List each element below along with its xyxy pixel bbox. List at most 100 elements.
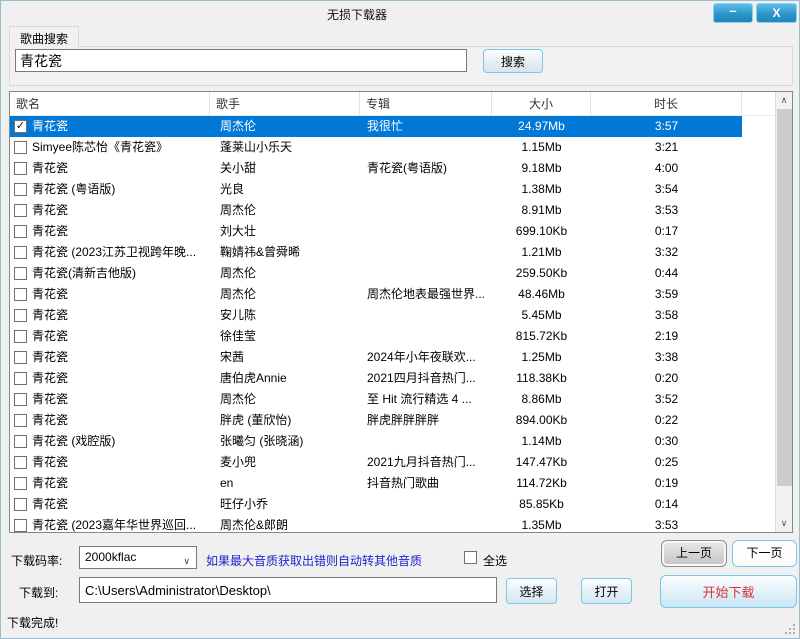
table-row[interactable]: 青花瓷 (粤语版)光良1.38Mb3:54	[10, 179, 742, 200]
row-checkbox[interactable]	[14, 498, 27, 511]
row-checkbox[interactable]	[14, 204, 27, 217]
song-name: 青花瓷	[32, 305, 68, 326]
duration: 3:58	[591, 305, 742, 326]
start-download-button[interactable]: 开始下载	[660, 575, 797, 608]
column-header-artist[interactable]: 歌手	[210, 92, 360, 116]
minimize-button[interactable]: –	[713, 3, 753, 23]
choose-folder-button[interactable]: 选择	[506, 578, 557, 604]
table-row[interactable]: 青花瓷en抖音热门歌曲114.72Kb0:19	[10, 473, 742, 494]
file-size: 8.91Mb	[492, 200, 591, 221]
search-button[interactable]: 搜索	[483, 49, 543, 73]
file-size: 1.21Mb	[492, 242, 591, 263]
artist: 周杰伦	[210, 389, 360, 410]
row-checkbox[interactable]	[14, 309, 27, 322]
row-checkbox[interactable]	[14, 267, 27, 280]
table-row[interactable]: 青花瓷 (戏腔版)张曦匀 (张晓涵)1.14Mb0:30	[10, 431, 742, 452]
close-button[interactable]: X	[756, 3, 797, 23]
table-row[interactable]: 青花瓷唐伯虎Annie2021四月抖音热门...118.38Kb0:20	[10, 368, 742, 389]
table-row[interactable]: 青花瓷胖虎 (董欣怡)胖虎胖胖胖胖894.00Kb0:22	[10, 410, 742, 431]
table-row[interactable]: 青花瓷 (2023江苏卫视跨年晚...鞠婧祎&曾舜晞1.21Mb3:32	[10, 242, 742, 263]
tab-song-search[interactable]: 歌曲搜索	[9, 26, 79, 47]
bitrate-select[interactable]: 2000kflac ∨	[79, 546, 197, 569]
row-checkbox[interactable]	[14, 351, 27, 364]
table-row[interactable]: Simyee陈芯怡《青花瓷》蓬莱山小乐天1.15Mb3:21	[10, 137, 742, 158]
table-row[interactable]: 青花瓷麦小兜2021九月抖音热门...147.47Kb0:25	[10, 452, 742, 473]
search-input[interactable]	[15, 49, 467, 72]
album	[360, 305, 492, 326]
scrollbar-thumb[interactable]	[777, 109, 792, 486]
table-header: 歌名 歌手 专辑 大小 时长	[10, 92, 775, 116]
file-size: 815.72Kb	[492, 326, 591, 347]
row-checkbox[interactable]	[14, 183, 27, 196]
column-header-album[interactable]: 专辑	[360, 92, 492, 116]
column-header-spacer	[742, 92, 775, 116]
table-row[interactable]: 青花瓷安儿陈5.45Mb3:58	[10, 305, 742, 326]
results-table: 歌名 歌手 专辑 大小 时长 青花瓷周杰伦我很忙24.97Mb3:57Simye…	[9, 91, 793, 533]
select-all-checkbox[interactable]	[464, 551, 477, 564]
row-checkbox[interactable]	[14, 141, 27, 154]
row-checkbox[interactable]	[14, 162, 27, 175]
window-title: 无损下载器	[1, 6, 713, 23]
bitrate-value: 2000kflac	[85, 550, 136, 564]
row-checkbox[interactable]	[14, 225, 27, 238]
artist: 徐佳莹	[210, 326, 360, 347]
artist: 安儿陈	[210, 305, 360, 326]
row-checkbox[interactable]	[14, 519, 27, 532]
vertical-scrollbar[interactable]: ∧ ∨	[775, 92, 792, 532]
quality-hint-text: 如果最大音质获取出错则自动转其他音质	[206, 552, 422, 569]
table-row[interactable]: 青花瓷(清新吉他版)周杰伦259.50Kb0:44	[10, 263, 742, 284]
album: 2021四月抖音热门...	[360, 368, 492, 389]
duration: 0:19	[591, 473, 742, 494]
next-page-button[interactable]: 下一页	[732, 540, 797, 567]
column-header-song[interactable]: 歌名	[10, 92, 210, 116]
row-checkbox[interactable]	[14, 477, 27, 490]
file-size: 1.14Mb	[492, 431, 591, 452]
row-checkbox[interactable]	[14, 414, 27, 427]
file-size: 1.25Mb	[492, 347, 591, 368]
column-header-duration[interactable]: 时长	[591, 92, 742, 116]
table-row[interactable]: 青花瓷宋茜2024年小年夜联欢...1.25Mb3:38	[10, 347, 742, 368]
status-text: 下载完成!	[7, 614, 58, 631]
artist: 麦小兜	[210, 452, 360, 473]
album: 胖虎胖胖胖胖	[360, 410, 492, 431]
table-row[interactable]: 青花瓷旺仔小乔85.85Kb0:14	[10, 494, 742, 515]
song-name: 青花瓷 (戏腔版)	[32, 431, 115, 452]
table-row[interactable]: 青花瓷周杰伦周杰伦地表最强世界...48.46Mb3:59	[10, 284, 742, 305]
row-checkbox[interactable]	[14, 288, 27, 301]
album	[360, 326, 492, 347]
artist: 胖虎 (董欣怡)	[210, 410, 360, 431]
row-checkbox[interactable]	[14, 330, 27, 343]
prev-page-button[interactable]: 上一页	[661, 540, 727, 567]
file-size: 1.38Mb	[492, 179, 591, 200]
row-checkbox[interactable]	[14, 372, 27, 385]
duration: 3:57	[591, 116, 742, 137]
title-bar: 无损下载器 – X	[1, 1, 799, 25]
song-name: 青花瓷	[32, 284, 68, 305]
file-size: 147.47Kb	[492, 452, 591, 473]
scroll-up-icon[interactable]: ∧	[776, 92, 792, 109]
table-row[interactable]: 青花瓷刘大壮699.10Kb0:17	[10, 221, 742, 242]
row-checkbox[interactable]	[14, 435, 27, 448]
duration: 3:53	[591, 200, 742, 221]
table-row[interactable]: 青花瓷周杰伦8.91Mb3:53	[10, 200, 742, 221]
column-header-size[interactable]: 大小	[492, 92, 591, 116]
table-row[interactable]: 青花瓷周杰伦我很忙24.97Mb3:57	[10, 116, 742, 137]
duration: 3:53	[591, 515, 742, 532]
table-row[interactable]: 青花瓷 (2023嘉年华世界巡回...周杰伦&郎朗1.35Mb3:53	[10, 515, 742, 532]
open-folder-button[interactable]: 打开	[581, 578, 632, 604]
row-checkbox[interactable]	[14, 393, 27, 406]
status-bar: 下载完成!	[1, 612, 799, 638]
table-row[interactable]: 青花瓷关小甜青花瓷(粤语版)9.18Mb4:00	[10, 158, 742, 179]
table-row[interactable]: 青花瓷徐佳莹815.72Kb2:19	[10, 326, 742, 347]
duration: 3:38	[591, 347, 742, 368]
file-size: 1.35Mb	[492, 515, 591, 532]
row-checkbox[interactable]	[14, 246, 27, 259]
file-size: 118.38Kb	[492, 368, 591, 389]
file-size: 48.46Mb	[492, 284, 591, 305]
row-checkbox[interactable]	[14, 120, 27, 133]
destination-input[interactable]	[79, 577, 497, 603]
table-row[interactable]: 青花瓷周杰伦至 Hit 流行精选 4 ...8.86Mb3:52	[10, 389, 742, 410]
scroll-down-icon[interactable]: ∨	[776, 515, 792, 532]
row-checkbox[interactable]	[14, 456, 27, 469]
resize-grip[interactable]	[793, 632, 795, 634]
